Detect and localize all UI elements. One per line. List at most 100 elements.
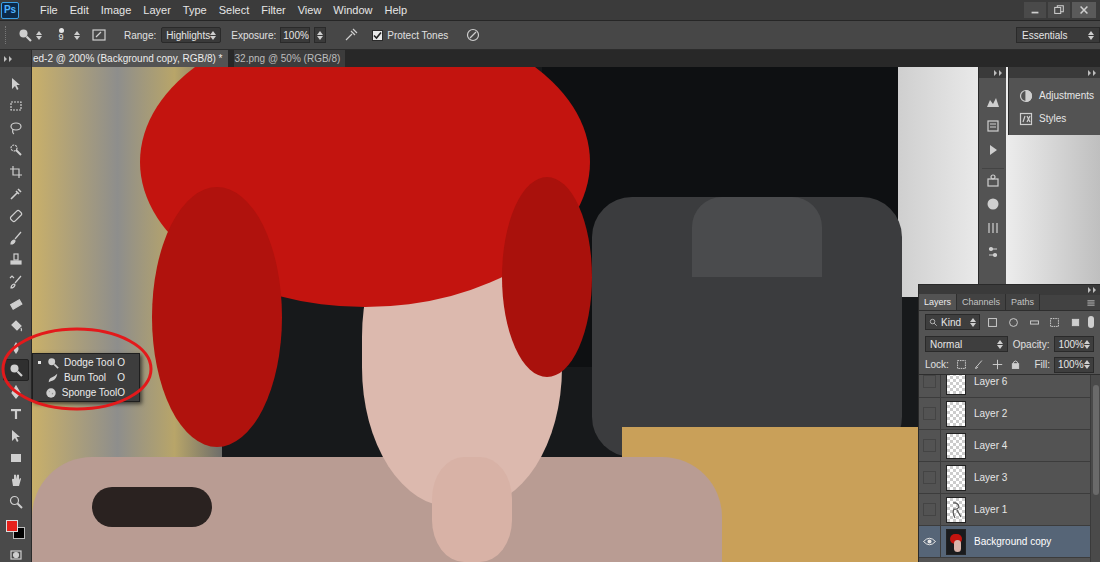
protect-tones-label[interactable]: Protect Tones xyxy=(387,28,448,43)
collapse-arrows-icon[interactable] xyxy=(1088,287,1097,293)
exposure-slider-button[interactable] xyxy=(314,27,326,43)
panel-label[interactable]: Styles xyxy=(1039,111,1066,126)
minimize-button[interactable] xyxy=(1024,2,1046,18)
panel-tab-label[interactable]: Layers xyxy=(924,298,951,307)
visibility-toggle[interactable] xyxy=(919,526,941,557)
flyout-label[interactable]: Burn Tool xyxy=(64,370,106,385)
dock-button[interactable] xyxy=(982,192,1004,216)
exposure-value[interactable]: 100% xyxy=(283,28,309,43)
blend-mode[interactable]: Normal xyxy=(930,337,962,352)
tool-button[interactable] xyxy=(3,95,29,117)
lock-button[interactable] xyxy=(991,358,1005,372)
menu-item[interactable]: Layer xyxy=(137,0,177,20)
tool-button[interactable] xyxy=(3,139,29,161)
filter-toggle[interactable] xyxy=(1088,316,1094,328)
tool-button[interactable] xyxy=(3,469,29,491)
tool-button[interactable] xyxy=(3,491,29,513)
opacity-field[interactable]: 100% xyxy=(1054,336,1094,352)
document-tab[interactable]: 32.png @ 50% (RGB/8) xyxy=(234,50,346,67)
menu-item[interactable]: Image xyxy=(95,0,138,20)
menu-item[interactable]: Edit xyxy=(64,0,95,20)
flyout-item[interactable]: Sponge ToolO xyxy=(33,385,139,400)
menu-label[interactable]: Select xyxy=(219,4,250,16)
visibility-toggle[interactable] xyxy=(919,430,941,461)
dock-button[interactable] xyxy=(982,114,1004,138)
dock-button[interactable] xyxy=(982,240,1004,264)
menu-item[interactable]: Select xyxy=(213,0,256,20)
airbrush-icon[interactable] xyxy=(344,28,358,42)
tool-button[interactable] xyxy=(3,249,29,271)
tab-label[interactable]: ed-2 @ 200% (Background copy, RGB/8) * xyxy=(33,54,227,64)
layer-row[interactable]: Layer 2 xyxy=(919,398,1090,430)
workspace-dropdown[interactable]: Essentials xyxy=(1016,27,1100,43)
protect-tones-checkbox[interactable] xyxy=(372,30,383,41)
layers-scrollbar[interactable] xyxy=(1090,375,1100,562)
menu-item[interactable]: Help xyxy=(378,0,413,20)
brush-panel-icon[interactable] xyxy=(92,28,106,42)
tool-button[interactable] xyxy=(3,271,29,293)
panel-tab-label[interactable]: Paths xyxy=(1011,298,1034,307)
menu-label[interactable]: Type xyxy=(183,4,207,16)
blend-mode-dropdown[interactable]: Normal xyxy=(925,336,1008,352)
panel-button[interactable]: Styles xyxy=(1009,107,1100,130)
filter-kind-dropdown[interactable]: Kind xyxy=(925,314,980,330)
menu-label[interactable]: Layer xyxy=(143,4,171,16)
tab-label[interactable]: 32.png @ 50% (RGB/8) xyxy=(235,54,345,64)
canvas[interactable]: Adjustments Styles Layers Channels Paths Kind… xyxy=(32,67,1100,562)
flyout-label[interactable]: Sponge Tool xyxy=(62,385,117,400)
visibility-toggle[interactable] xyxy=(919,398,941,429)
menu-label[interactable]: Window xyxy=(333,4,372,16)
filter-button[interactable] xyxy=(1026,314,1042,330)
workspace-label[interactable]: Essentials xyxy=(1022,28,1068,43)
filter-button[interactable] xyxy=(1006,314,1022,330)
panel-tab[interactable]: Channels xyxy=(957,294,1006,310)
brush-size[interactable]: 9 xyxy=(58,33,63,42)
menu-item[interactable]: View xyxy=(292,0,328,20)
dock-button[interactable] xyxy=(982,138,1004,162)
dock-button[interactable] xyxy=(982,168,1004,192)
panel-tab[interactable]: Paths xyxy=(1006,294,1040,310)
app-logo[interactable]: Ps xyxy=(1,2,19,19)
panel-menu-icon[interactable] xyxy=(1086,298,1096,308)
fill-value[interactable]: 100% xyxy=(1058,357,1084,372)
filter-button[interactable] xyxy=(1067,314,1083,330)
range-value[interactable]: Highlights xyxy=(166,28,210,43)
lock-button[interactable] xyxy=(1009,358,1023,372)
menu-label[interactable]: File xyxy=(40,4,58,16)
filter-button[interactable] xyxy=(985,314,1001,330)
visibility-toggle[interactable] xyxy=(919,375,941,397)
flyout-item[interactable]: Dodge ToolO xyxy=(33,355,139,370)
layer-row[interactable]: Layer 1 xyxy=(919,494,1090,526)
tool-button[interactable] xyxy=(3,293,29,315)
color-swatches[interactable] xyxy=(3,515,29,545)
tool-button[interactable] xyxy=(3,381,29,403)
tool-button[interactable] xyxy=(3,227,29,249)
tool-button[interactable] xyxy=(3,73,29,95)
menu-label[interactable]: View xyxy=(298,4,322,16)
panel-label[interactable]: Adjustments xyxy=(1039,88,1094,103)
tool-button[interactable] xyxy=(3,359,29,381)
lock-button[interactable] xyxy=(973,358,987,372)
quick-mask-button[interactable] xyxy=(3,545,29,562)
tool-button[interactable] xyxy=(3,205,29,227)
layer-name[interactable]: Layer 2 xyxy=(974,406,1007,421)
lock-button[interactable] xyxy=(955,358,969,372)
menu-label[interactable]: Image xyxy=(101,4,132,16)
range-dropdown[interactable]: Highlights xyxy=(161,27,221,43)
tool-button[interactable] xyxy=(3,161,29,183)
layer-row[interactable]: Layer 4 xyxy=(919,430,1090,462)
visibility-toggle[interactable] xyxy=(919,462,941,493)
layer-name[interactable]: Layer 4 xyxy=(974,438,1007,453)
collapse-arrows-icon[interactable] xyxy=(4,56,13,62)
menu-item[interactable]: Type xyxy=(177,0,213,20)
restore-button[interactable] xyxy=(1048,2,1070,18)
panel-button[interactable]: Adjustments xyxy=(1009,84,1100,107)
collapse-arrows-icon[interactable] xyxy=(994,70,1003,76)
close-button[interactable] xyxy=(1072,2,1096,18)
tool-button[interactable] xyxy=(3,117,29,139)
pressure-icon[interactable] xyxy=(466,28,480,42)
layer-row[interactable]: Layer 6 xyxy=(919,375,1090,398)
menu-label[interactable]: Help xyxy=(384,4,407,16)
menu-item[interactable]: Window xyxy=(327,0,378,20)
layer-name[interactable]: Layer 1 xyxy=(974,502,1007,517)
